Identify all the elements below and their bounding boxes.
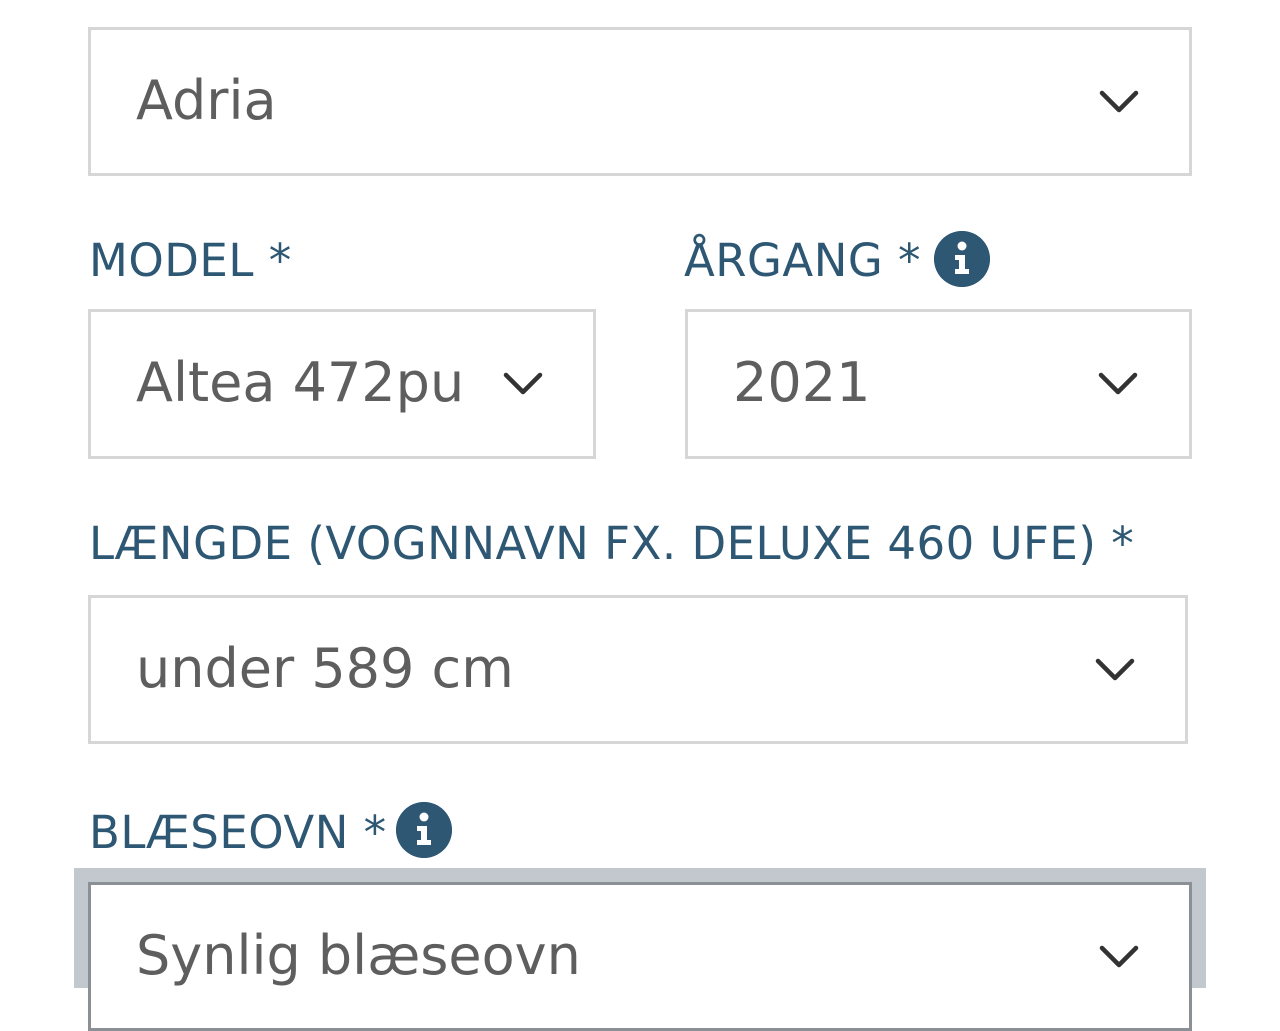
chevron-down-icon: [1098, 372, 1138, 395]
chevron-down-icon: [1099, 945, 1139, 967]
chevron-down-icon: [1099, 90, 1139, 112]
year-select-value: 2021: [733, 351, 871, 415]
info-icon[interactable]: [396, 802, 452, 858]
heater-label: BLÆSEOVN *: [89, 806, 387, 859]
heater-select-value: Synlig blæseovn: [136, 923, 581, 987]
brand-select[interactable]: Adria: [88, 27, 1192, 176]
year-select[interactable]: 2021: [685, 309, 1192, 459]
chevron-down-icon: [1095, 658, 1135, 680]
model-select-value: Altea 472pu: [136, 351, 465, 415]
info-icon[interactable]: [934, 231, 990, 287]
brand-select-value: Adria: [136, 68, 277, 132]
model-label: MODEL *: [89, 234, 292, 287]
model-select[interactable]: Altea 472pu: [88, 309, 596, 459]
length-select-value: under 589 cm: [136, 636, 514, 700]
chevron-down-icon: [503, 372, 543, 395]
heater-select[interactable]: Synlig blæseovn: [88, 882, 1192, 1031]
year-label: ÅRGANG *: [684, 234, 922, 287]
length-label: LÆNGDE (VOGNNAVN FX. DELUXE 460 UFE) *: [89, 517, 1135, 570]
length-select[interactable]: under 589 cm: [88, 595, 1188, 744]
